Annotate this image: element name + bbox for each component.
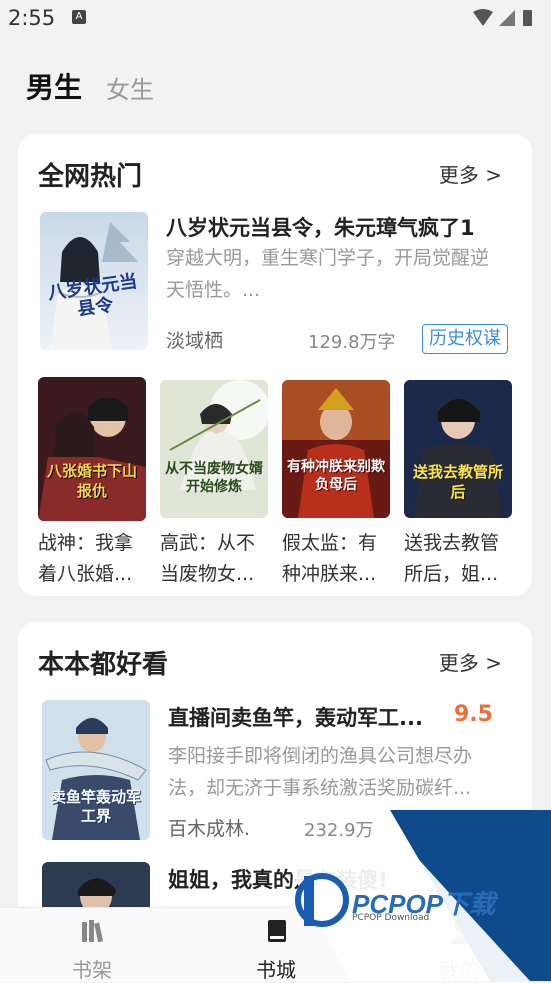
book-cover[interactable]: 卖鱼竿轰动军工界: [42, 700, 150, 840]
grid-book-title[interactable]: 战神：我拿着八张婚...: [38, 528, 150, 590]
featured-book-author: 淡域栖: [166, 330, 224, 352]
grid-book-cover[interactable]: 八张婚书下山报仇: [38, 377, 146, 521]
grid-book-title[interactable]: 送我去教管所后，姐...: [404, 528, 516, 590]
notification-icon: A: [72, 10, 86, 24]
status-time: 2:55: [8, 6, 56, 30]
nav-label: 书架: [72, 958, 112, 982]
book-icon: [268, 920, 286, 942]
cover-title-text: 有种冲朕来别欺负母后: [287, 459, 385, 493]
bookshelf-icon: [82, 920, 104, 943]
book-title[interactable]: 直播间卖鱼竿，轰动军工...: [168, 702, 440, 732]
book-score: 9.5: [454, 702, 493, 727]
genre-tag[interactable]: 历史权谋: [422, 324, 508, 354]
book-author: 百木成林.: [168, 818, 251, 840]
section-title: 全网热门: [38, 162, 143, 192]
featured-book-title[interactable]: 八岁状元当县令，朱元璋气疯了1: [166, 212, 516, 242]
cover-title-text: 卖鱼竿轰动军工界: [50, 788, 141, 825]
cover-title-text: 送我去教管所后: [412, 463, 503, 501]
nav-bookshelf[interactable]: 书架: [32, 908, 152, 982]
featured-book-words: 129.8万字: [308, 332, 396, 353]
book-desc: 李阳接手即将倒闭的渔具公司想尽办法，却无济于事系统激活奖励碳纤...: [168, 745, 473, 799]
grid-book-cover[interactable]: 从不当废物女婿开始修炼: [160, 380, 268, 518]
wifi-icon: [473, 9, 493, 26]
grid-book-cover[interactable]: 有种冲朕来别欺负母后: [282, 380, 390, 518]
more-link[interactable]: 更多 >: [439, 159, 502, 188]
watermark-subtext: PCPOP Download: [352, 913, 430, 923]
signal-battery-icons: [473, 9, 532, 26]
more-link[interactable]: 更多 >: [439, 647, 502, 676]
hot-section-card: 全网热门 更多 > 八岁状元当县令 八岁状元当县令，朱元璋气疯了1 穿越大明，重…: [18, 134, 532, 596]
tab-male[interactable]: 男生: [26, 66, 82, 106]
grid-book-title[interactable]: 高武：从不当废物女...: [160, 528, 272, 590]
section-title: 本本都好看: [38, 650, 169, 680]
battery-icon: [523, 10, 532, 26]
featured-book-desc: 穿越大明，重生寒门学子，开局觉醒逆天悟性。...: [166, 247, 490, 301]
tab-female[interactable]: 女生: [106, 70, 154, 105]
grid-book-title[interactable]: 假太监：有种冲朕来...: [282, 528, 394, 590]
cell-signal-icon: [499, 10, 515, 26]
cover-title-text: 八张婚书下山报仇: [46, 462, 137, 500]
cover-title-text: 从不当废物女婿开始修炼: [165, 461, 263, 495]
status-bar: 2:55 A: [0, 0, 551, 40]
grid-book-cover[interactable]: 送我去教管所后: [404, 380, 512, 518]
featured-book-cover[interactable]: 八岁状元当县令: [40, 212, 148, 350]
